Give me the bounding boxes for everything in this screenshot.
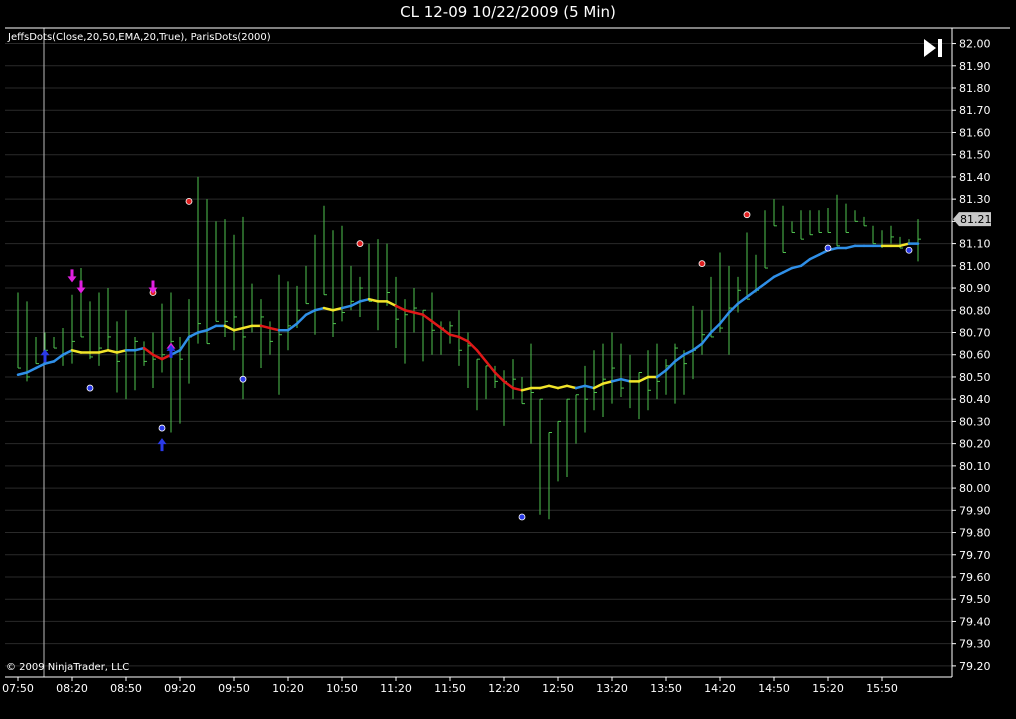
low-dot [905, 246, 913, 254]
x-tick-label: 10:50 [326, 682, 358, 695]
y-tick-label: 81.80 [959, 82, 991, 95]
y-tick-label: 81.70 [959, 104, 991, 117]
y-tick-label: 81.60 [959, 126, 991, 139]
low-dot [86, 384, 94, 392]
low-dot [239, 375, 247, 383]
x-tick-label: 11:50 [434, 682, 466, 695]
y-tick-label: 80.50 [959, 371, 991, 384]
y-tick-label: 81.40 [959, 171, 991, 184]
x-tick-label: 14:50 [758, 682, 790, 695]
y-tick-label: 81.30 [959, 193, 991, 206]
y-tick-label: 79.20 [959, 660, 991, 673]
y-tick-label: 82.00 [959, 38, 991, 51]
indicator-label: JeffsDots(Close,20,50,EMA,20,True), Pari… [8, 32, 271, 43]
low-dot [824, 244, 832, 252]
y-tick-label: 79.70 [959, 549, 991, 562]
y-tick-label: 79.50 [959, 593, 991, 606]
scroll-to-end-icon[interactable] [922, 38, 944, 58]
x-tick-label: 15:50 [866, 682, 898, 695]
x-tick-label: 12:50 [542, 682, 574, 695]
y-tick-label: 79.90 [959, 504, 991, 517]
high-dot [356, 240, 364, 247]
x-tick-label: 12:20 [488, 682, 520, 695]
high-dot [185, 197, 193, 205]
y-tick-label: 80.30 [959, 415, 991, 428]
y-tick-label: 81.90 [959, 60, 991, 73]
x-tick-label: 15:20 [812, 682, 844, 695]
y-tick-label: 79.60 [959, 571, 991, 584]
x-tick-label: 10:20 [272, 682, 304, 695]
high-dot [743, 211, 751, 219]
y-tick-label: 81.10 [959, 238, 991, 251]
y-tick-label: 81.50 [959, 149, 991, 162]
y-tick-label: 80.80 [959, 304, 991, 317]
x-tick-label: 09:20 [164, 682, 196, 695]
y-tick-label: 79.40 [959, 615, 991, 628]
y-tick-label: 80.60 [959, 349, 991, 362]
last-price-tag: 81.21 [953, 212, 992, 227]
price-tag-label: 81.21 [960, 213, 992, 226]
y-tick-label: 79.30 [959, 638, 991, 651]
x-tick-label: 08:20 [56, 682, 88, 695]
price-chart: 82.00 81.90 81.80 81.70 81.60 81.50 81.40 81.30… [0, 0, 1016, 719]
x-tick-label: 08:50 [110, 682, 142, 695]
y-tick-label: 80.90 [959, 282, 991, 295]
y-tick-label: 80.20 [959, 438, 991, 451]
high-dot [698, 260, 706, 267]
copyright-text: © 2009 NinjaTrader, LLC [6, 662, 130, 673]
x-tick-label: 11:20 [380, 682, 412, 695]
y-tick-label: 80.70 [959, 326, 991, 339]
x-tick-label: 14:20 [704, 682, 736, 695]
x-tick-label: 09:50 [218, 682, 250, 695]
y-tick-label: 80.00 [959, 482, 991, 495]
low-dot [518, 513, 526, 521]
y-tick-label: 79.80 [959, 527, 991, 540]
y-tick-label: 80.40 [959, 393, 991, 406]
low-dot [158, 424, 166, 432]
chart-title: CL 12-09 10/22/2009 (5 Min) [400, 3, 616, 21]
x-tick-label: 13:50 [650, 682, 682, 695]
x-tick-label: 13:20 [596, 682, 628, 695]
y-tick-label: 80.10 [959, 460, 991, 473]
x-tick-label: 07:50 [2, 682, 34, 695]
y-tick-label: 81.00 [959, 260, 991, 273]
